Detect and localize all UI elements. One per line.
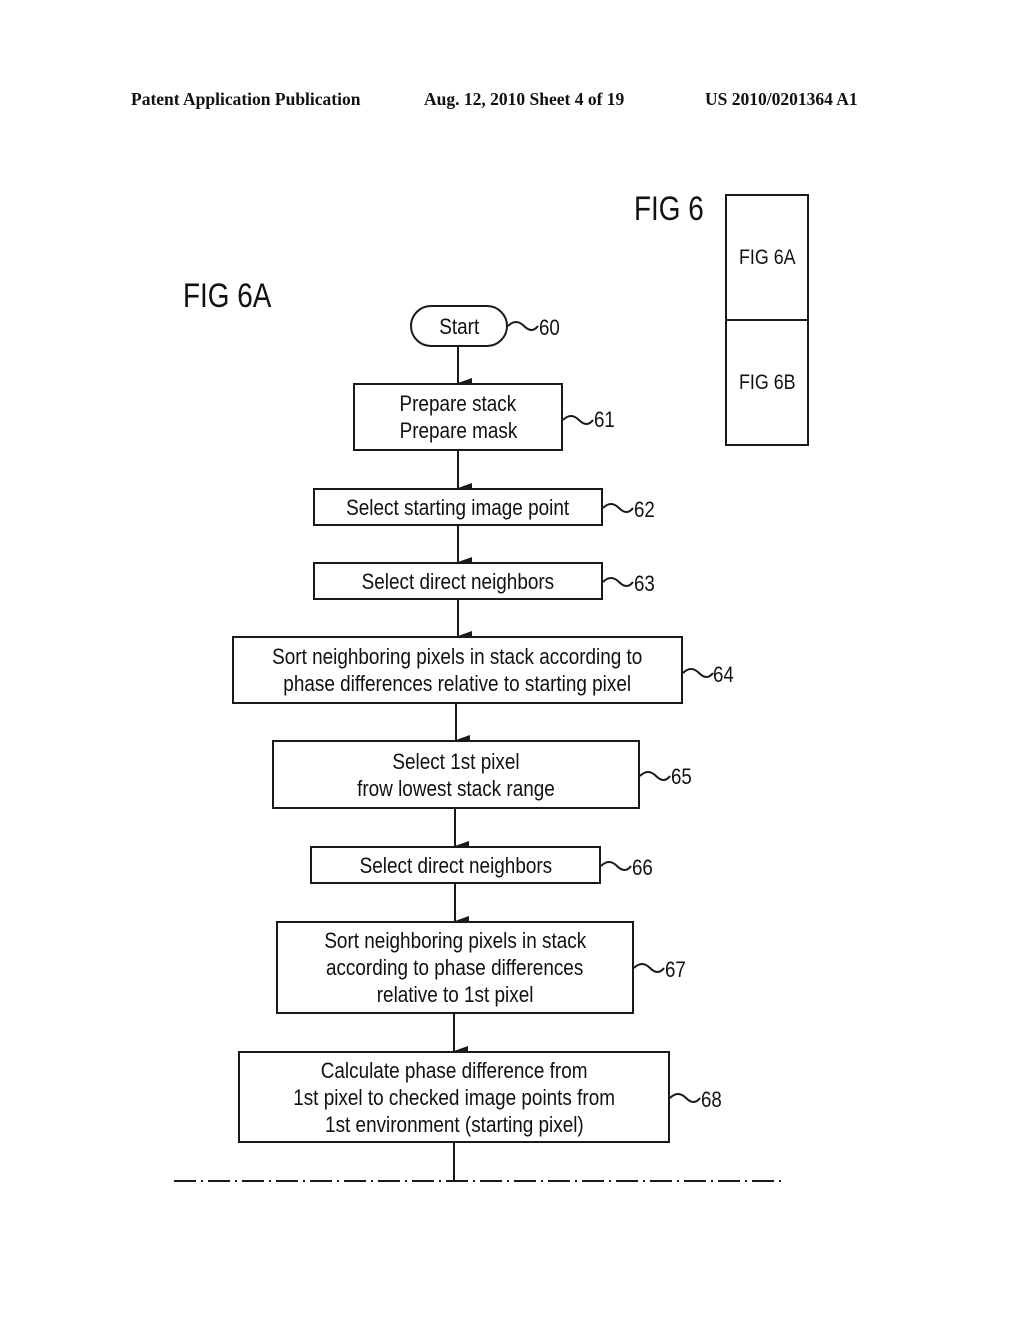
node-text: according to phase differences xyxy=(326,955,584,980)
flow-node-prepare: Prepare stack Prepare mask xyxy=(353,383,563,451)
reference-numeral: 60 xyxy=(539,315,560,340)
node-text: Start xyxy=(439,313,479,339)
flow-node-select-neighbors-2: Select direct neighbors xyxy=(310,846,601,884)
flow-node-select-neighbors: Select direct neighbors xyxy=(313,562,603,600)
reference-numeral: 62 xyxy=(634,497,655,522)
leader-68 xyxy=(669,1093,701,1103)
figure-key-title: FIG 6 xyxy=(634,190,704,228)
node-text: Select starting image point xyxy=(346,494,570,520)
publication-label: Patent Application Publication xyxy=(131,89,361,109)
flow-node-calculate-phase: Calculate phase difference from 1st pixe… xyxy=(238,1051,670,1143)
leader-66 xyxy=(600,861,632,871)
leader-67 xyxy=(633,963,665,973)
leader-60 xyxy=(507,321,539,331)
leader-64 xyxy=(682,668,714,678)
figure-key-part-label: FIG 6B xyxy=(738,370,796,394)
leader-61 xyxy=(562,415,594,425)
reference-numeral: 67 xyxy=(665,957,686,982)
leader-62 xyxy=(602,503,634,513)
reference-numeral: 65 xyxy=(671,764,692,789)
patent-number: US 2010/0201364 A1 xyxy=(705,89,858,109)
date-sheet-label: Aug. 12, 2010 Sheet 4 of 19 xyxy=(424,89,625,109)
node-text: Prepare mask xyxy=(399,418,517,443)
node-text: frow lowest stack range xyxy=(357,775,555,801)
node-text: Calculate phase difference from xyxy=(320,1057,588,1083)
reference-numeral: 66 xyxy=(632,855,653,880)
figure-key-part-6b: FIG 6B xyxy=(725,319,809,446)
reference-numeral: 64 xyxy=(713,662,734,687)
figure-key-part-label: FIG 6A xyxy=(738,245,796,269)
flow-node-sort-first-pixel: Sort neighboring pixels in stack accordi… xyxy=(276,921,634,1014)
node-text: Sort neighboring pixels in stack accordi… xyxy=(272,644,643,669)
flow-node-sort-start: Sort neighboring pixels in stack accordi… xyxy=(232,636,683,704)
flow-node-start: Start xyxy=(410,305,508,347)
flow-node-select-start: Select starting image point xyxy=(313,488,603,526)
figure-title: FIG 6A xyxy=(183,277,272,315)
node-text: phase differences relative to starting p… xyxy=(283,671,632,696)
node-text: Sort neighboring pixels in stack xyxy=(324,928,586,953)
node-text: relative to 1st pixel xyxy=(376,982,534,1007)
reference-numeral: 61 xyxy=(594,407,615,432)
reference-numeral: 68 xyxy=(701,1087,722,1112)
node-text: Prepare stack xyxy=(399,391,517,416)
node-text: 1st environment (starting pixel) xyxy=(324,1111,584,1137)
node-text: Select direct neighbors xyxy=(361,568,555,594)
node-text: Select 1st pixel xyxy=(392,748,520,774)
node-text: 1st pixel to checked image points from xyxy=(293,1084,615,1110)
figure-key-part-6a: FIG 6A xyxy=(725,194,809,321)
leader-63 xyxy=(602,577,634,587)
leader-65 xyxy=(639,771,671,781)
node-text: Select direct neighbors xyxy=(359,852,552,878)
reference-numeral: 63 xyxy=(634,571,655,596)
flow-node-select-first-pixel: Select 1st pixel frow lowest stack range xyxy=(272,740,640,809)
